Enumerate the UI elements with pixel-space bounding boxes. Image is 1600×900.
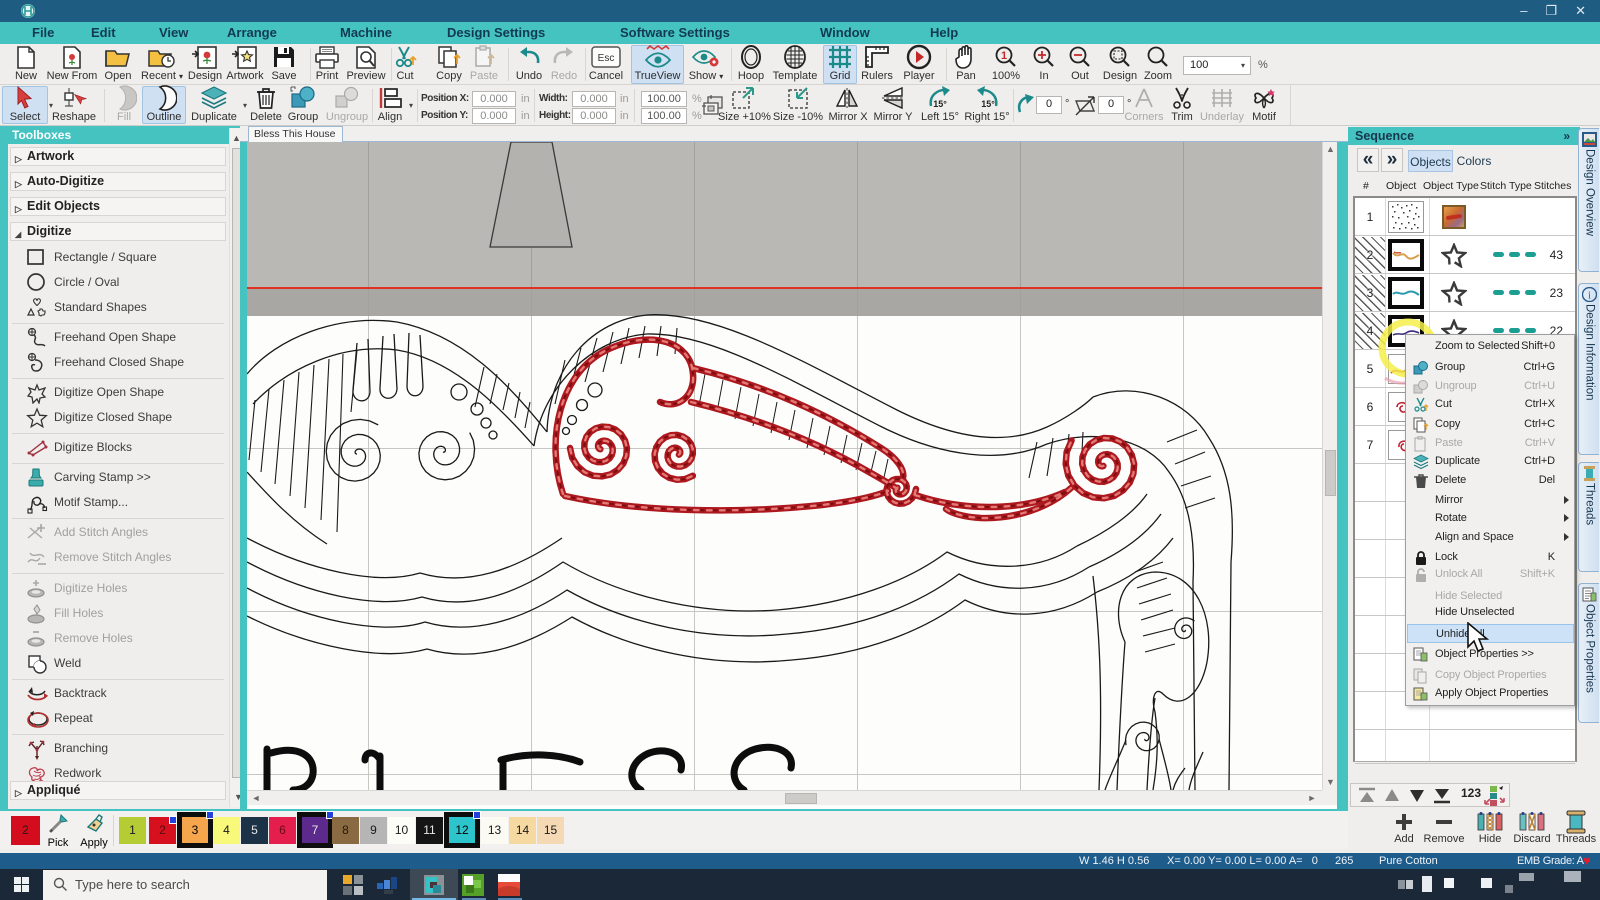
svg-text:15°: 15°: [933, 99, 947, 109]
svg-text:1: 1: [1001, 50, 1007, 62]
svg-text:Esc: Esc: [598, 53, 615, 64]
svg-text:i: i: [1588, 291, 1591, 302]
svg-text:15°: 15°: [981, 99, 995, 109]
